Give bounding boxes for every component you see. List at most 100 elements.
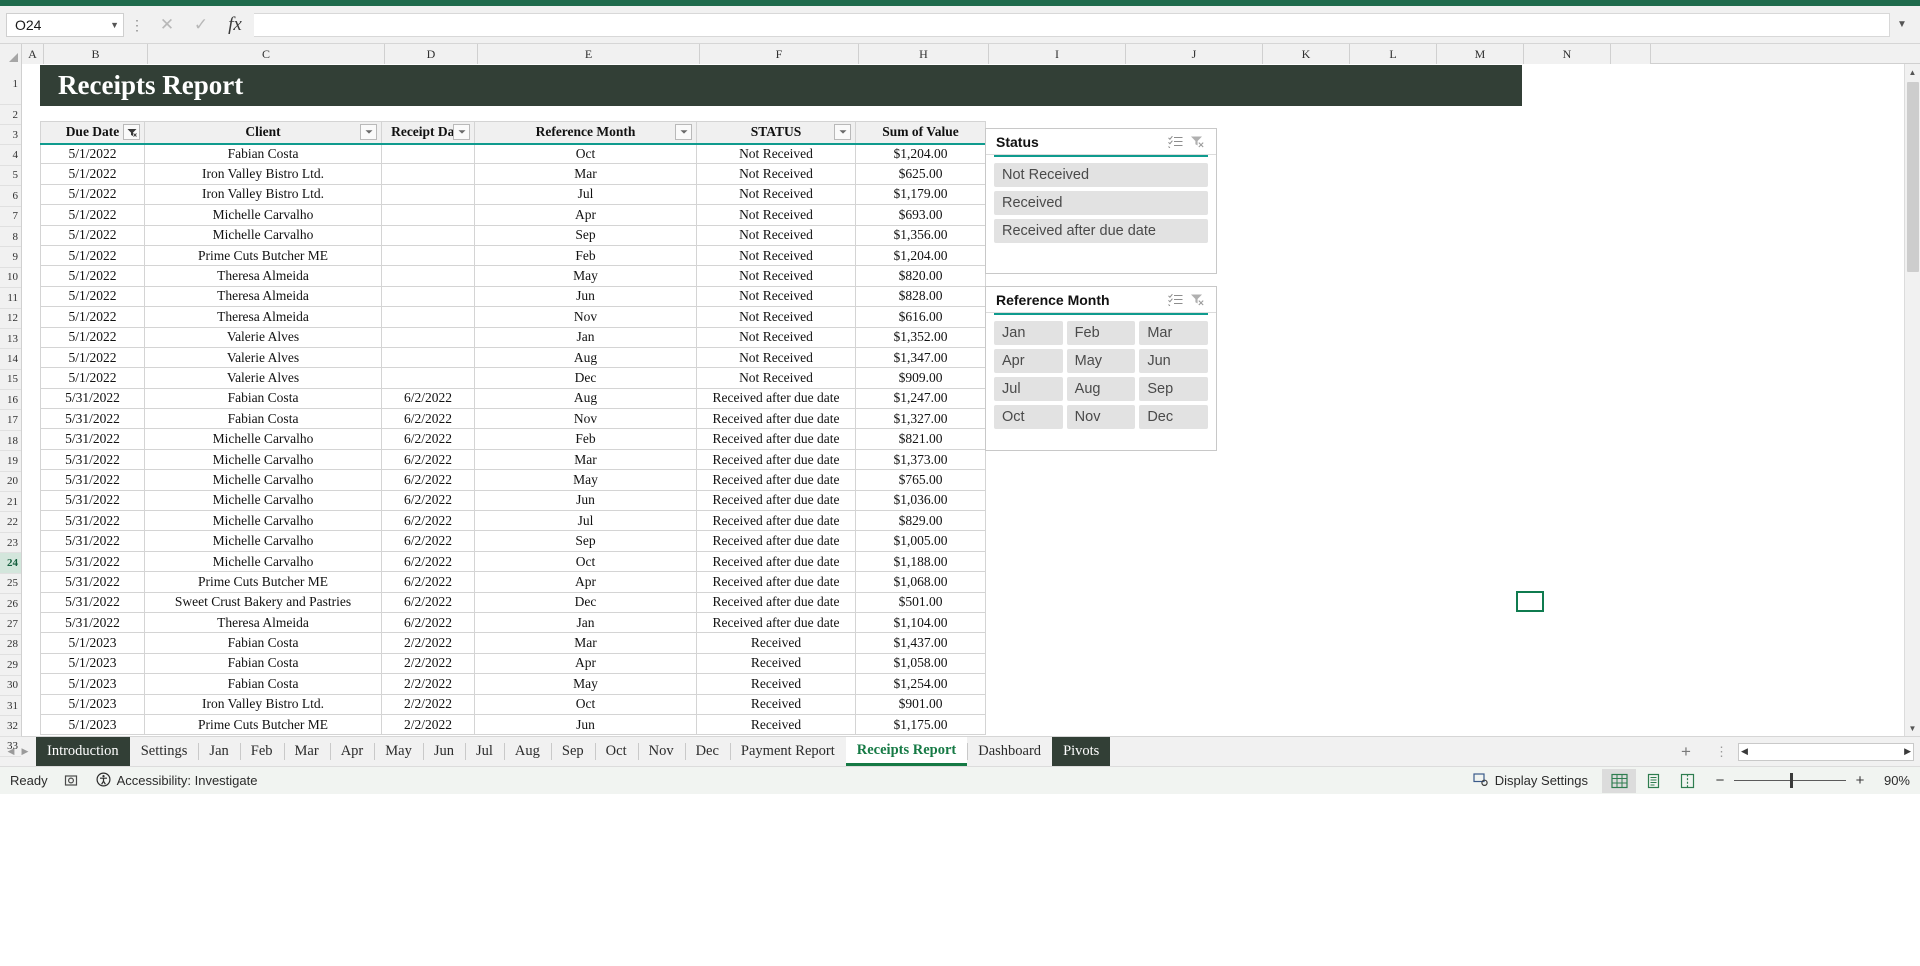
select-all-corner[interactable] — [0, 44, 22, 64]
cell-receipt[interactable] — [381, 244, 475, 267]
active-cell-O24[interactable] — [1516, 591, 1544, 612]
row-header-21[interactable]: 21 — [0, 492, 21, 513]
cell-receipt[interactable]: 6/2/2022 — [381, 448, 475, 471]
row-header-8[interactable]: 8 — [0, 227, 21, 248]
cell-month[interactable]: Apr — [474, 571, 697, 593]
cell-month[interactable]: Sep — [474, 224, 697, 246]
cell-client[interactable]: Michelle Carvalho — [144, 469, 382, 491]
cell-value[interactable]: $765.00 — [855, 469, 986, 491]
row-header-26[interactable]: 26 — [0, 594, 21, 615]
cell-month[interactable]: Oct — [474, 693, 697, 715]
row-header-7[interactable]: 7 — [0, 207, 21, 227]
slicer-item[interactable]: Mar — [1139, 321, 1208, 345]
cell-client[interactable]: Theresa Almeida — [144, 611, 382, 634]
column-header-M[interactable]: M — [1437, 44, 1524, 64]
table-row[interactable]: 5/31/2022 Fabian Costa 6/2/2022 Nov Received… — [40, 408, 986, 430]
cell-due[interactable]: 5/31/2022 — [40, 530, 145, 552]
row-header-12[interactable]: 12 — [0, 309, 21, 329]
slicer-item[interactable]: Not Received — [994, 163, 1208, 187]
cell-month[interactable]: Dec — [474, 367, 697, 389]
cell-status[interactable]: Received after due date — [696, 489, 856, 512]
table-row[interactable]: 5/1/2022 Valerie Alves Jan Not Received $1,3… — [40, 326, 986, 348]
cell-month[interactable]: Aug — [474, 387, 697, 410]
cell-month[interactable]: Sep — [474, 530, 697, 552]
cell-month[interactable]: Jun — [474, 285, 697, 308]
cell-receipt[interactable]: 6/2/2022 — [381, 611, 475, 634]
cell-client[interactable]: Fabian Costa — [144, 408, 382, 430]
column-header-J[interactable]: J — [1126, 44, 1263, 64]
cell-month[interactable]: Aug — [474, 346, 697, 369]
cell-value[interactable]: $1,104.00 — [855, 611, 986, 634]
confirm-formula-icon[interactable]: ✓ — [184, 12, 218, 38]
hscroll-left-icon[interactable]: ◀ — [1741, 746, 1748, 757]
column-header-N[interactable]: N — [1524, 44, 1611, 64]
cell-month[interactable]: Jun — [474, 713, 697, 736]
column-header-C[interactable]: C — [148, 44, 385, 64]
cell-client[interactable]: Sweet Crust Bakery and Pastries — [144, 591, 382, 613]
cell-status[interactable]: Not Received — [696, 244, 856, 267]
cell-receipt[interactable] — [381, 285, 475, 308]
table-row[interactable]: 5/31/2022 Michelle Carvalho 6/2/2022 May Rec… — [40, 469, 986, 491]
cell-value[interactable]: $1,254.00 — [855, 673, 986, 695]
cell-month[interactable]: May — [474, 265, 697, 287]
cell-due[interactable]: 5/31/2022 — [40, 510, 145, 532]
row-header-3[interactable]: 3 — [0, 125, 21, 146]
cell-value[interactable]: $1,356.00 — [855, 224, 986, 246]
cell-due[interactable]: 5/1/2023 — [40, 652, 145, 675]
cell-client[interactable]: Michelle Carvalho — [144, 530, 382, 552]
cell-status[interactable]: Not Received — [696, 367, 856, 389]
cell-receipt[interactable]: 2/2/2022 — [381, 632, 475, 654]
cell-receipt[interactable]: 6/2/2022 — [381, 510, 475, 532]
cell-due[interactable]: 5/31/2022 — [40, 571, 145, 593]
macro-record-icon[interactable] — [64, 773, 80, 788]
cell-status[interactable]: Received after due date — [696, 571, 856, 593]
cell-client[interactable]: Fabian Costa — [144, 673, 382, 695]
cell-status[interactable]: Not Received — [696, 285, 856, 308]
table-row[interactable]: 5/31/2022 Michelle Carvalho 6/2/2022 Jul Rec… — [40, 510, 986, 532]
cell-client[interactable]: Michelle Carvalho — [144, 550, 382, 573]
column-header-status[interactable]: STATUS — [696, 121, 856, 145]
table-row[interactable]: 5/31/2022 Prime Cuts Butcher ME 6/2/2022 Ap… — [40, 571, 986, 593]
row-header-11[interactable]: 11 — [0, 288, 21, 309]
sheet-tab-dashboard[interactable]: Dashboard — [967, 737, 1052, 766]
cell-value[interactable]: $501.00 — [855, 591, 986, 613]
cell-due[interactable]: 5/31/2022 — [40, 428, 145, 450]
cell-due[interactable]: 5/31/2022 — [40, 611, 145, 634]
slicer-item[interactable]: Received — [994, 191, 1208, 215]
sheet-tab-jan[interactable]: Jan — [198, 737, 239, 766]
slicer-item[interactable]: Jul — [994, 377, 1063, 401]
cell-client[interactable]: Valerie Alves — [144, 346, 382, 369]
slicer-item[interactable]: Sep — [1139, 377, 1208, 401]
cell-client[interactable]: Prime Cuts Butcher ME — [144, 713, 382, 736]
cell-due[interactable]: 5/1/2023 — [40, 713, 145, 736]
cell-receipt[interactable]: 2/2/2022 — [381, 652, 475, 675]
cell-status[interactable]: Not Received — [696, 142, 856, 165]
cell-status[interactable]: Not Received — [696, 306, 856, 328]
slicer-item[interactable]: Jan — [994, 321, 1063, 345]
row-header-13[interactable]: 13 — [0, 329, 21, 350]
cell-value[interactable]: $821.00 — [855, 428, 986, 450]
sheet-tab-oct[interactable]: Oct — [594, 737, 638, 766]
chevron-down-icon[interactable]: ▼ — [110, 20, 119, 30]
column-header-reference-month[interactable]: Reference Month — [474, 121, 697, 145]
column-header-receipt-date[interactable]: Receipt Date — [381, 121, 475, 145]
more-options-icon[interactable]: ⋮ — [130, 18, 144, 32]
sheet-tab-introduction[interactable]: Introduction — [36, 737, 130, 766]
cell-due[interactable]: 5/1/2022 — [40, 204, 145, 226]
cell-value[interactable]: $1,347.00 — [855, 346, 986, 369]
column-header-K[interactable]: K — [1263, 44, 1350, 64]
cell-client[interactable]: Valerie Alves — [144, 326, 382, 348]
cell-client[interactable]: Theresa Almeida — [144, 285, 382, 308]
cell-status[interactable]: Received after due date — [696, 530, 856, 552]
cell-month[interactable]: Mar — [474, 448, 697, 471]
cell-receipt[interactable] — [381, 367, 475, 389]
add-sheet-button[interactable]: + — [1667, 737, 1705, 766]
slicer-item[interactable]: Received after due date — [994, 219, 1208, 243]
cell-value[interactable]: $828.00 — [855, 285, 986, 308]
cell-due[interactable]: 5/1/2022 — [40, 326, 145, 348]
scrollbar-thumb[interactable] — [1907, 82, 1919, 272]
table-row[interactable]: 5/1/2022 Michelle Carvalho Apr Not Received… — [40, 204, 986, 226]
slicer-item[interactable]: Feb — [1066, 321, 1136, 345]
cell-value[interactable]: $1,373.00 — [855, 448, 986, 471]
cell-due[interactable]: 5/1/2023 — [40, 673, 145, 695]
